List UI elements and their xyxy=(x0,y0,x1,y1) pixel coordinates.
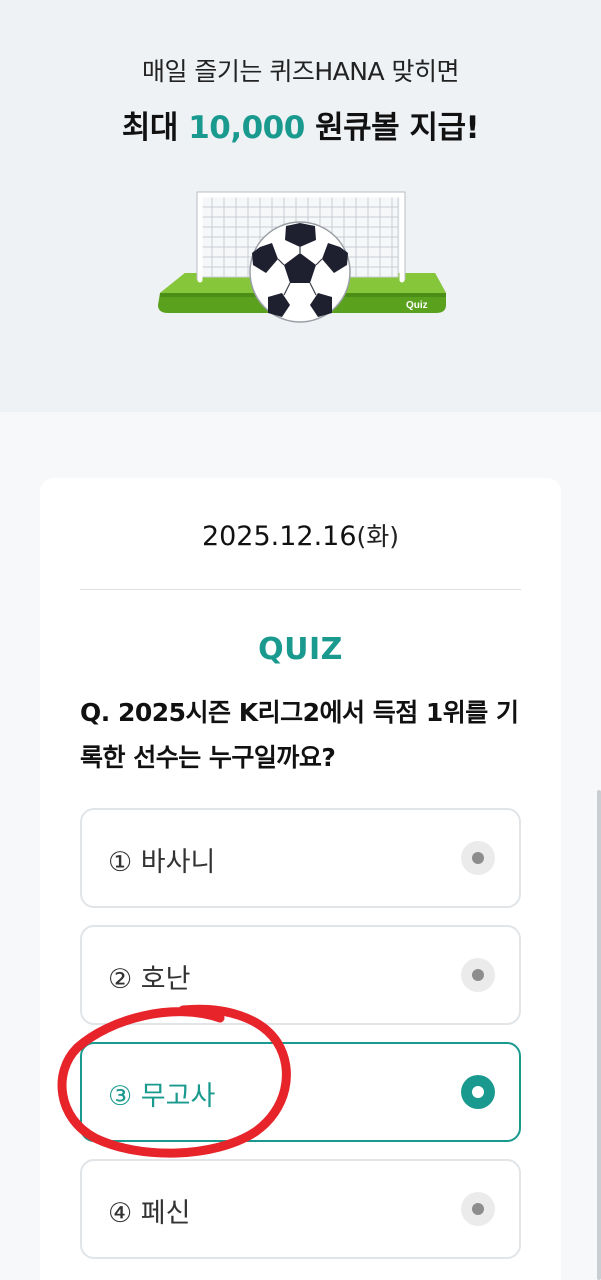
answer-option-3[interactable]: ③ 무고사 xyxy=(80,1042,521,1142)
answer-option-label: ③ 무고사 xyxy=(108,1081,216,1112)
quiz-label: QUIZ xyxy=(258,632,343,667)
answer-option-4[interactable]: ④ 페신 xyxy=(80,1159,521,1259)
hero-title: 최대 10,000 원큐볼 지급! xyxy=(0,102,601,147)
illustration-quiz-label: Quiz xyxy=(406,300,428,311)
scrollbar[interactable] xyxy=(597,790,601,1280)
divider xyxy=(80,589,521,590)
quiz-weekday: (화) xyxy=(356,522,400,551)
hero-title-prefix: 최대 xyxy=(121,110,189,146)
answer-option-2[interactable]: ② 호난 xyxy=(80,925,521,1025)
hero-banner: 매일 즐기는 퀴즈HANA 맞히면 최대 10,000 원큐볼 지급! Quiz xyxy=(0,0,601,412)
answer-option-label: ④ 페신 xyxy=(108,1198,191,1229)
hero-title-suffix: 원큐볼 지급! xyxy=(304,110,480,146)
answer-option-label: ① 바사니 xyxy=(108,847,216,878)
soccer-goal-illustration: Quiz xyxy=(158,191,446,323)
answer-option-label: ② 호난 xyxy=(108,964,191,995)
hero-title-amount: 10,000 xyxy=(188,110,305,146)
quiz-date-value: 2025.12.16 xyxy=(201,521,357,552)
radio-button-icon[interactable] xyxy=(461,1192,495,1226)
radio-button-selected-icon[interactable] xyxy=(461,1075,495,1109)
quiz-date: 2025.12.16(화) xyxy=(0,517,601,553)
quiz-question: Q. 2025시즌 K리그2에서 득점 1위를 기록한 선수는 누구일까요? xyxy=(80,698,519,772)
hero-subtitle: 매일 즐기는 퀴즈HANA 맞히면 xyxy=(141,57,460,86)
radio-button-icon[interactable] xyxy=(461,841,495,875)
answer-option-1[interactable]: ① 바사니 xyxy=(80,808,521,908)
radio-button-icon[interactable] xyxy=(461,958,495,992)
